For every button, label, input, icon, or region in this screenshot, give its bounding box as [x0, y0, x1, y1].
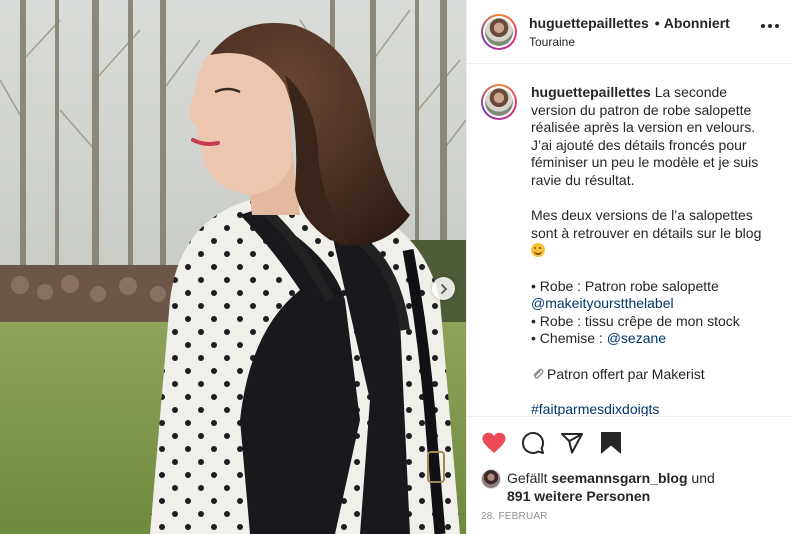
- comment-button[interactable]: [520, 430, 546, 456]
- caption-area[interactable]: huguettepaillettes La seconde version du…: [467, 64, 792, 416]
- others-likes-link[interactable]: 891 weitere Personen: [507, 488, 650, 504]
- paperclip-icon: [533, 368, 544, 379]
- caption-text: huguettepaillettes La seconde version du…: [531, 84, 771, 416]
- likes-suffix: und: [687, 470, 715, 486]
- liker-avatar[interactable]: [481, 469, 501, 489]
- hugging-face-emoji-icon: [531, 243, 545, 258]
- bookmark-icon: [601, 432, 621, 454]
- caption-username[interactable]: huguettepaillettes: [531, 84, 651, 100]
- header-separator: •: [654, 14, 660, 31]
- author-avatar[interactable]: [481, 13, 517, 50]
- like-button[interactable]: [481, 430, 507, 456]
- comment-icon: [522, 432, 544, 454]
- save-button[interactable]: [598, 430, 624, 456]
- more-options-button[interactable]: [761, 24, 779, 28]
- caption-bullet-2: • Robe : tissu crêpe de mon stock: [531, 312, 740, 329]
- follow-status-button[interactable]: Abonniert: [664, 15, 730, 31]
- likes-prefix: Gefällt: [507, 470, 552, 486]
- photo-illustration: [0, 0, 466, 534]
- liked-by-user-link[interactable]: seemannsgarn_blog: [551, 470, 687, 486]
- post-header: huguettepaillettes • Abonniert Touraine: [467, 0, 792, 64]
- mention-link-1[interactable]: @makeityourstthelabel: [531, 295, 674, 311]
- post-location[interactable]: Touraine: [529, 35, 730, 49]
- post-date[interactable]: 28. FEBRUAR: [481, 511, 779, 522]
- caption-bullet-3: • Chemise :: [531, 330, 607, 347]
- hashtag-link[interactable]: #faitparmesdixdoigts: [531, 401, 659, 416]
- more-icon: [761, 24, 765, 28]
- heart-icon: [482, 432, 506, 453]
- chevron-right-icon: [440, 283, 447, 294]
- author-username[interactable]: huguettepaillettes: [529, 15, 649, 31]
- caption-paragraph-2: Mes deux versions de l’a salopettes sont…: [531, 207, 762, 241]
- mention-link-2[interactable]: @sezane: [607, 330, 666, 346]
- post-actions: Gefällt seemannsgarn_blog und 891 weiter…: [467, 416, 792, 534]
- caption-bullet-1: • Robe : Patron robe salopette: [531, 277, 719, 294]
- caption-avatar[interactable]: [481, 84, 517, 120]
- likes-summary[interactable]: Gefällt seemannsgarn_blog und 891 weiter…: [481, 469, 779, 505]
- post-side-panel: huguettepaillettes • Abonniert Touraine …: [466, 0, 792, 534]
- gift-note: Patron offert par Makerist: [547, 365, 705, 382]
- share-button[interactable]: [559, 430, 585, 456]
- next-image-button[interactable]: [432, 277, 455, 300]
- post-photo[interactable]: [0, 0, 466, 534]
- share-icon: [561, 433, 583, 454]
